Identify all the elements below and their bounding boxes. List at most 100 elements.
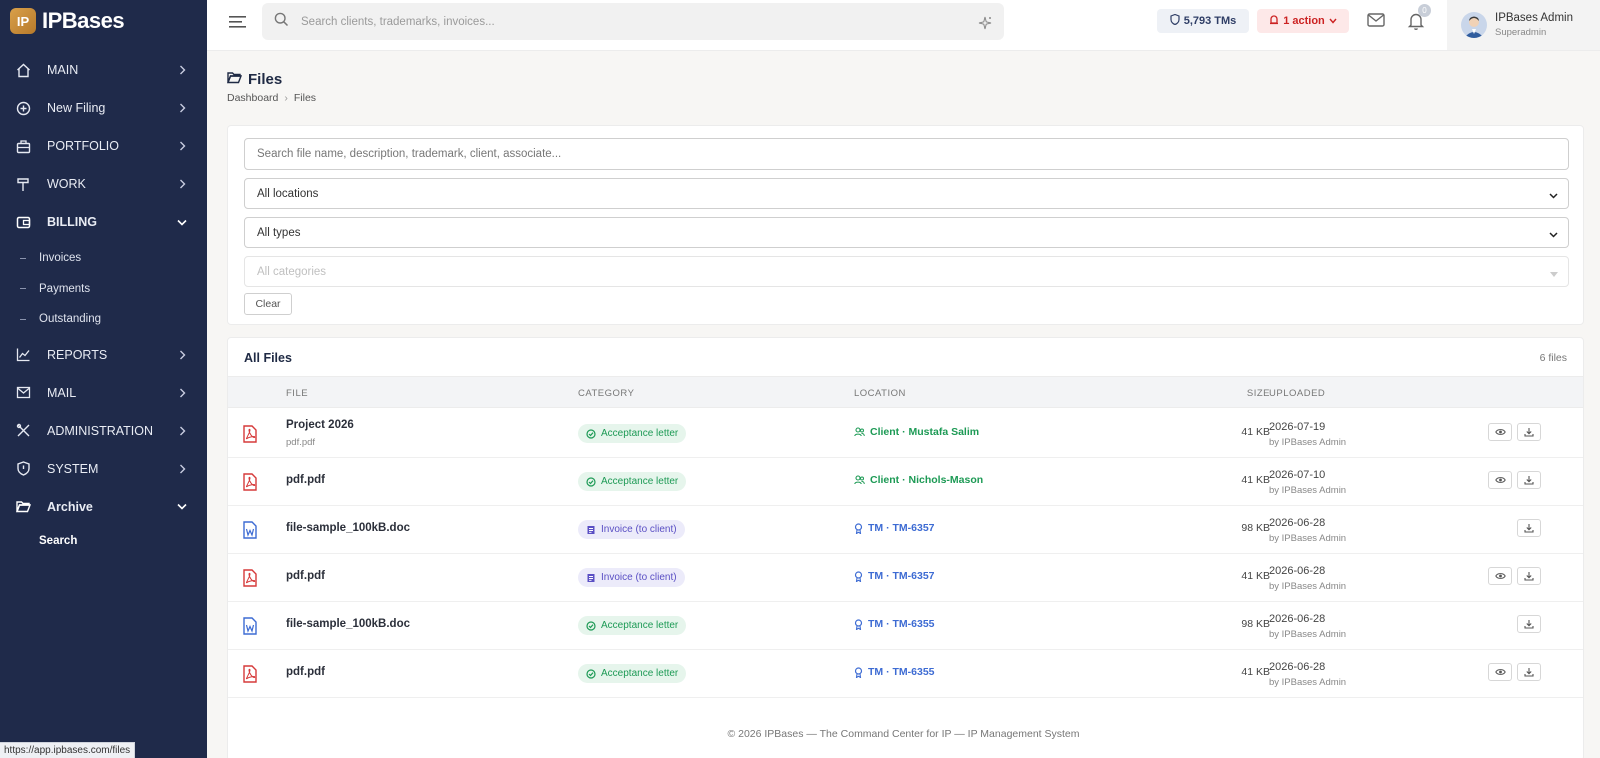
category-label: Acceptance letter <box>601 668 679 679</box>
sidebar-item-work[interactable]: WORK <box>0 165 207 203</box>
location-label: Client · Mustafa Salim <box>870 426 980 438</box>
uploaded-by: by IPBases Admin <box>1269 533 1347 544</box>
sidebar-item-mail[interactable]: MAIL <box>0 374 207 412</box>
file-size: 98 KB <box>1241 618 1270 630</box>
column-category[interactable]: CATEGORY <box>578 388 634 399</box>
file-name[interactable]: file-sample_100kB.doc <box>286 522 410 534</box>
sparkle-icon[interactable] <box>978 16 992 35</box>
column-size[interactable]: SIZE <box>1247 388 1270 399</box>
sidebar-item-label: MAIL <box>47 385 77 400</box>
table-title: All Files <box>244 351 292 365</box>
category-select[interactable]: All categories <box>244 256 1569 287</box>
global-search[interactable] <box>262 3 1004 40</box>
clear-filters-button[interactable]: Clear <box>244 293 292 315</box>
sidebar-subitem-invoices[interactable]: Invoices <box>0 243 207 274</box>
file-search-input[interactable]: Search file name, description, trademark… <box>244 138 1569 170</box>
view-button[interactable] <box>1488 471 1512 489</box>
category-select-placeholder: All categories <box>257 265 327 278</box>
column-uploaded[interactable]: UPLOADED <box>1269 388 1325 399</box>
category-label: Acceptance letter <box>601 620 679 631</box>
table-row[interactable]: pdf.pdf Invoice (to client) TM · TM-6357 41… <box>228 553 1583 602</box>
table-row[interactable]: pdf.pdf Acceptance letter Client · Nichols… <box>228 457 1583 506</box>
file-subname: pdf.pdf <box>286 437 316 448</box>
upload-date: 2026-07-10 <box>1269 469 1326 481</box>
download-icon <box>1524 523 1534 533</box>
view-button[interactable] <box>1488 423 1512 441</box>
shield-check-icon <box>1170 13 1180 28</box>
location-link[interactable]: TM · TM-6357 <box>854 570 935 582</box>
topbar: 5,793 TMs 1 action 0 IPBases Admin Super… <box>207 0 1600 51</box>
location-label: Client · Nichols-Mason <box>870 474 984 486</box>
mail-send-icon <box>15 385 31 401</box>
logo[interactable]: IP IPBases <box>0 0 207 42</box>
category-label: Acceptance letter <box>601 428 679 439</box>
billing-submenu: Invoices Payments Outstanding <box>0 241 207 336</box>
sidebar-item-main[interactable]: MAIN <box>0 51 207 89</box>
category-label: Invoice (to client) <box>601 524 677 535</box>
table-row[interactable]: pdf.pdf Acceptance letter TM · TM-6355 41 K… <box>228 649 1583 698</box>
table-row[interactable]: Project 2026 pdf.pdf Acceptance letter Clie… <box>228 409 1583 458</box>
invoice-icon <box>586 573 596 583</box>
location-link[interactable]: TM · TM-6355 <box>854 666 935 678</box>
sidebar-subitem-label: Search <box>39 534 78 547</box>
sidebar-item-billing[interactable]: BILLING <box>0 203 207 241</box>
dash-marker <box>20 318 26 320</box>
action-dropdown[interactable]: 1 action <box>1257 9 1349 33</box>
check-circle-icon <box>586 668 596 679</box>
file-name[interactable]: pdf.pdf <box>286 666 325 678</box>
download-button[interactable] <box>1517 663 1541 681</box>
download-button[interactable] <box>1517 615 1541 633</box>
download-button[interactable] <box>1517 567 1541 585</box>
table-row[interactable]: file-sample_100kB.doc Invoice (to client)… <box>228 505 1583 554</box>
file-name[interactable]: pdf.pdf <box>286 474 325 486</box>
category-badge: Invoice (to client) <box>578 520 685 539</box>
notification-badge: 0 <box>1418 4 1431 17</box>
sidebar-item-archive[interactable]: Archive <box>0 488 207 526</box>
view-button[interactable] <box>1488 663 1512 681</box>
user-menu[interactable]: IPBases Admin Superadmin <box>1447 0 1600 50</box>
file-name[interactable]: file-sample_100kB.doc <box>286 618 410 630</box>
download-icon <box>1524 475 1534 485</box>
sidebar-item-system[interactable]: SYSTEM <box>0 450 207 488</box>
uploaded-by: by IPBases Admin <box>1269 677 1347 688</box>
breadcrumb-dashboard[interactable]: Dashboard <box>227 92 278 104</box>
uploaded-by: by IPBases Admin <box>1269 629 1347 640</box>
mail-icon[interactable] <box>1367 12 1385 33</box>
global-search-input[interactable] <box>301 15 941 28</box>
location-label: TM · TM-6357 <box>868 522 935 534</box>
sidebar-item-portfolio[interactable]: PORTFOLIO <box>0 127 207 165</box>
sidebar-subitem-payments[interactable]: Payments <box>0 274 207 305</box>
sidebar-subitem-outstanding[interactable]: Outstanding <box>0 304 207 335</box>
location-link[interactable]: TM · TM-6355 <box>854 618 935 630</box>
menu-toggle-icon[interactable] <box>229 14 247 30</box>
location-link[interactable]: Client · Mustafa Salim <box>854 426 979 438</box>
column-location[interactable]: LOCATION <box>854 388 906 399</box>
sidebar-item-label: WORK <box>47 177 86 191</box>
sidebar-item-reports[interactable]: REPORTS <box>0 336 207 374</box>
column-file[interactable]: FILE <box>286 388 308 399</box>
type-select[interactable]: All types <box>244 217 1569 248</box>
sidebar-subitem-search[interactable]: Search <box>0 526 207 556</box>
category-badge: Acceptance letter <box>578 424 687 443</box>
hammer-icon <box>15 176 31 192</box>
download-button[interactable] <box>1517 471 1541 489</box>
chevron-right-icon <box>177 464 187 474</box>
sidebar-item-new-filing[interactable]: New Filing <box>0 89 207 127</box>
table-row[interactable]: file-sample_100kB.doc Acceptance letter TM… <box>228 601 1583 650</box>
download-button[interactable] <box>1517 519 1541 537</box>
download-button[interactable] <box>1517 423 1541 441</box>
location-select[interactable]: All locations <box>244 178 1569 209</box>
avatar <box>1461 12 1487 38</box>
category-label: Invoice (to client) <box>601 572 677 583</box>
status-url: https://app.ipbases.com/files <box>0 742 136 758</box>
caret-down-icon <box>1550 268 1558 280</box>
chevron-right-icon <box>177 350 187 360</box>
sidebar-item-administration[interactable]: ADMINISTRATION <box>0 412 207 450</box>
page-title: Files <box>226 71 282 88</box>
location-link[interactable]: Client · Nichols-Mason <box>854 474 983 486</box>
file-name[interactable]: pdf.pdf <box>286 570 325 582</box>
file-name[interactable]: Project 2026 <box>286 419 354 431</box>
trademark-count-pill[interactable]: 5,793 TMs <box>1157 9 1249 33</box>
view-button[interactable] <box>1488 567 1512 585</box>
location-link[interactable]: TM · TM-6357 <box>854 522 935 534</box>
